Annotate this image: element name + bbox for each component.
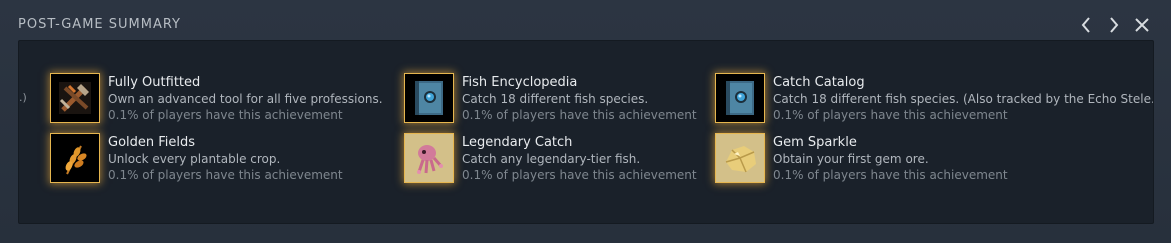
achievement-item: Fully Outfitted Own an advanced tool for… <box>50 73 383 123</box>
achievement-percent: 0.1% of players have this achievement <box>108 108 343 122</box>
achievement-item: Catch Catalog Catch 18 different fish sp… <box>715 73 1154 123</box>
achievement-name: Catch Catalog <box>773 75 865 90</box>
achievement-percent: 0.1% of players have this achievement <box>773 108 1008 122</box>
book-icon <box>715 73 765 123</box>
squid-icon <box>404 133 454 183</box>
tools-icon <box>50 73 100 123</box>
achievement-desc: Catch 18 different fish species. (Also t… <box>773 92 1154 106</box>
achievement-name: Legendary Catch <box>462 135 573 150</box>
achievement-percent: 0.1% of players have this achievement <box>108 168 343 182</box>
achievement-percent: 0.1% of players have this achievement <box>462 108 697 122</box>
achievement-percent: 0.1% of players have this achievement <box>773 168 1008 182</box>
chevron-left-icon[interactable] <box>1079 14 1093 36</box>
ore-icon <box>715 133 765 183</box>
wheat-icon <box>50 133 100 183</box>
book-icon <box>404 73 454 123</box>
close-icon[interactable] <box>1135 14 1149 36</box>
achievements-panel: .) Fully Outfitted Own an advanced tool … <box>18 40 1154 224</box>
achievement-item: Golden Fields Unlock every plantable cro… <box>50 133 343 183</box>
achievement-desc: Catch any legendary-tier fish. <box>462 152 641 166</box>
achievement-desc: Own an advanced tool for all five profes… <box>108 92 383 106</box>
chevron-right-icon[interactable] <box>1107 14 1121 36</box>
achievement-percent: 0.1% of players have this achievement <box>462 168 697 182</box>
achievement-desc: Unlock every plantable crop. <box>108 152 281 166</box>
achievement-item: Legendary Catch Catch any legendary-tier… <box>404 133 697 183</box>
achievement-name: Golden Fields <box>108 135 196 150</box>
nav-controls <box>1079 14 1149 36</box>
achievement-desc: Obtain your first gem ore. <box>773 152 929 166</box>
achievement-item: Gem Sparkle Obtain your first gem ore. 0… <box>715 133 1008 183</box>
clipped-text: .) <box>19 91 27 104</box>
achievement-name: Fish Encyclopedia <box>462 75 578 90</box>
achievement-item: Fish Encyclopedia Catch 18 different fis… <box>404 73 697 123</box>
achievement-desc: Catch 18 different fish species. <box>462 92 649 106</box>
achievement-name: Fully Outfitted <box>108 75 201 90</box>
page-title: POST-GAME SUMMARY <box>18 17 182 32</box>
achievement-name: Gem Sparkle <box>773 135 857 150</box>
